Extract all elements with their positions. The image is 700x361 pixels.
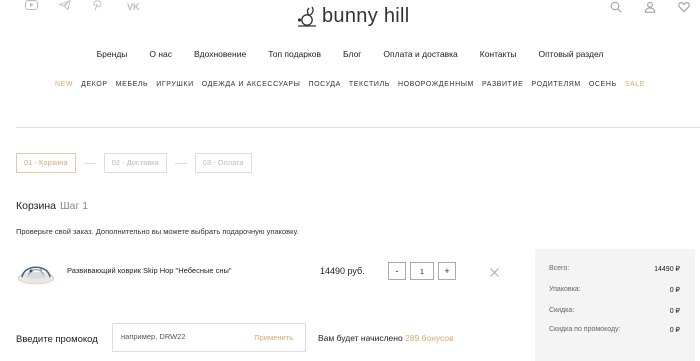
logo[interactable]: bunny hill (296, 5, 410, 28)
checkout-steps: 01 - Корзина 02 - Доставка 03 - Оплата (16, 153, 252, 173)
youtube-icon[interactable] (25, 0, 59, 14)
category-link-tableware[interactable]: ПОСУДА (308, 80, 340, 90)
quantity-increase-button[interactable]: + (438, 262, 456, 280)
cart-item-row: Развивающий коврик Skip Hop "Небесные сн… (16, 255, 506, 289)
summary-value: 0 ₽ (669, 327, 680, 334)
category-link-newborn[interactable]: НОВОРОЖДЕННЫМ (398, 80, 474, 90)
promo-code-input[interactable] (121, 332, 241, 341)
category-link-toys[interactable]: ИГРУШКИ (156, 80, 194, 90)
nav-link-about[interactable]: О нас (149, 48, 172, 60)
summary-row-packaging: Упаковка: 0 ₽ (549, 286, 680, 294)
cart-heading: Корзина Шаг 1 (16, 200, 88, 212)
telegram-icon[interactable] (59, 0, 93, 14)
promo-label: Введите промокод (16, 334, 98, 345)
social-links: VK (25, 0, 161, 14)
nav-link-inspiration[interactable]: Вдохновение (194, 48, 246, 60)
nav-link-payment-delivery[interactable]: Оплата и доставка (383, 48, 457, 60)
summary-label: Упаковка: (549, 286, 581, 293)
step-indicator: Шаг 1 (60, 200, 89, 212)
order-summary: Всего: 14490 ₽ Упаковка: 0 ₽ Скидка: 0 ₽… (535, 249, 695, 361)
divider (16, 127, 700, 128)
summary-row-promo-discount: Скидка по промокоду: 0 ₽ (549, 326, 680, 334)
product-name[interactable]: Развивающий коврик Skip Hop "Небесные сн… (67, 266, 232, 275)
search-icon[interactable] (610, 0, 624, 14)
summary-label: Скидка: (549, 307, 575, 314)
bonus-info: Вам будет начислено 289 бонусов (318, 333, 454, 343)
category-link-clothing[interactable]: ОДЕЖДА И АКСЕССУАРЫ (202, 80, 301, 90)
nav-link-brands[interactable]: Бренды (97, 48, 128, 60)
nav-link-wholesale[interactable]: Оптовый раздел (538, 48, 603, 60)
bonus-value: 289 бонусов (405, 333, 454, 343)
category-link-development[interactable]: РАЗВИТИЕ (482, 80, 524, 90)
promo-box: Применить (112, 323, 306, 352)
summary-label: Скидка по промокоду: (549, 326, 621, 333)
product-image[interactable] (16, 256, 56, 286)
user-icon[interactable] (644, 0, 658, 14)
category-link-autumn[interactable]: ОСЕНЬ (589, 80, 617, 90)
nav-link-top-gifts[interactable]: Топ подарков (268, 48, 321, 60)
pinterest-icon[interactable] (93, 0, 127, 14)
product-price: 14490 руб. (320, 266, 365, 276)
category-link-textile[interactable]: ТЕКСТИЛЬ (349, 80, 390, 90)
step-cart[interactable]: 01 - Корзина (16, 153, 76, 173)
summary-value: 14490 ₽ (654, 266, 680, 273)
category-link-decor[interactable]: ДЕКОР (81, 80, 108, 90)
nav-link-contacts[interactable]: Контакты (480, 48, 517, 60)
step-separator (174, 162, 187, 164)
summary-label: Всего: (549, 265, 570, 272)
summary-value: 0 ₽ (669, 308, 680, 315)
summary-row-total: Всего: 14490 ₽ (549, 265, 680, 273)
vk-icon[interactable]: VK (127, 0, 161, 14)
step-delivery[interactable]: 02 - Доставка (103, 153, 167, 173)
quantity-decrease-button[interactable]: - (388, 262, 406, 280)
category-link-new[interactable]: NEW (55, 80, 73, 90)
heart-icon[interactable] (678, 0, 692, 14)
quantity-input[interactable] (410, 262, 434, 280)
category-link-sale[interactable]: SALE (625, 80, 645, 90)
page-title: Корзина (16, 200, 56, 212)
category-link-parents[interactable]: РОДИТЕЛЯМ (531, 80, 580, 90)
utility-icons (610, 0, 692, 14)
category-link-furniture[interactable]: МЕБЕЛЬ (116, 80, 149, 90)
apply-promo-button[interactable]: Применить (254, 333, 293, 342)
category-nav: NEW ДЕКОР МЕБЕЛЬ ИГРУШКИ ОДЕЖДА И АКСЕСС… (0, 80, 700, 90)
bonus-prefix: Вам будет начислено (318, 333, 403, 343)
main-nav: Бренды О нас Вдохновение Топ подарков Бл… (0, 48, 700, 60)
summary-value: 0 ₽ (669, 287, 680, 294)
top-bar: VK bunny hill (0, 0, 700, 34)
logo-text: bunny hill (322, 5, 410, 27)
bunny-logo-icon (297, 6, 316, 27)
step-payment[interactable]: 03 - Оплата (194, 153, 252, 173)
summary-row-discount: Скидка: 0 ₽ (549, 307, 680, 315)
nav-link-blog[interactable]: Блог (343, 48, 361, 60)
step-separator (83, 162, 96, 164)
cart-note: Проверьте свой заказ. Дополнительно вы м… (16, 227, 299, 236)
close-icon[interactable] (489, 265, 500, 277)
